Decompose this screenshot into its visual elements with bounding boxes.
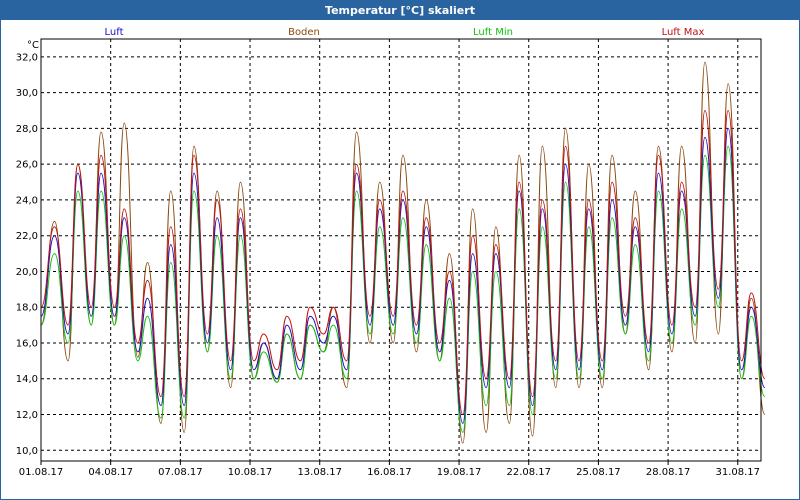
series-lines — [40, 61, 766, 444]
legend-item: Luft — [105, 27, 124, 38]
y-tick-label: 28,0 — [16, 124, 38, 135]
plot-frame — [40, 38, 762, 462]
y-tick-label: 26,0 — [16, 160, 38, 171]
x-tick-label: 28.08.17 — [646, 467, 691, 478]
legend-item: Luft Max — [662, 27, 705, 38]
legend-item: Boden — [288, 27, 320, 38]
y-tick-label: 30,0 — [16, 88, 38, 99]
x-tick-label: 01.08.17 — [19, 467, 64, 478]
x-tick-label: 13.08.17 — [297, 467, 342, 478]
series-line-luft-max — [40, 109, 766, 416]
y-tick-label: 20,0 — [16, 267, 38, 278]
x-tick-label: 10.08.17 — [228, 467, 273, 478]
y-tick-label: 10,0 — [16, 446, 38, 457]
x-tick-label: 19.08.17 — [437, 467, 482, 478]
x-tick-label: 16.08.17 — [367, 467, 412, 478]
temperature-chart: Luft Boden Luft Min Luft Max 10,0 12,0 14,0 16… — [16, 27, 766, 478]
y-tick-label: 32,0 — [16, 52, 38, 63]
x-axis-ticks: 01.08.17 04.08.17 07.08.17 10.08.17 13.08.17… — [19, 467, 760, 478]
y-axis-ticks: 10,0 12,0 14,0 16,0 18,0 20,0 22,0 24,0 26,0 28,0… — [16, 52, 38, 456]
legend: Luft Boden Luft Min Luft Max — [105, 27, 705, 38]
legend-item: Luft Min — [473, 27, 513, 38]
y-tick-label: 12,0 — [16, 410, 38, 421]
grid — [40, 39, 761, 465]
x-tick-label: 04.08.17 — [88, 467, 133, 478]
x-tick-label: 25.08.17 — [576, 467, 621, 478]
series-line-boden — [40, 61, 766, 444]
x-tick-label: 31.08.17 — [716, 467, 761, 478]
x-tick-label: 07.08.17 — [158, 467, 203, 478]
y-tick-label: 18,0 — [16, 303, 38, 314]
y-tick-label: 14,0 — [16, 374, 38, 385]
y-tick-label: 16,0 — [16, 338, 38, 349]
x-tick-label: 22.08.17 — [506, 467, 551, 478]
y-axis-unit: °C — [27, 40, 39, 51]
y-tick-label: 24,0 — [16, 195, 38, 206]
y-tick-label: 22,0 — [16, 231, 38, 242]
window-title: Temperatur [°C] skaliert — [1, 1, 799, 20]
chart-window: Temperatur [°C] skaliert Luft Boden Luft M… — [0, 0, 800, 500]
